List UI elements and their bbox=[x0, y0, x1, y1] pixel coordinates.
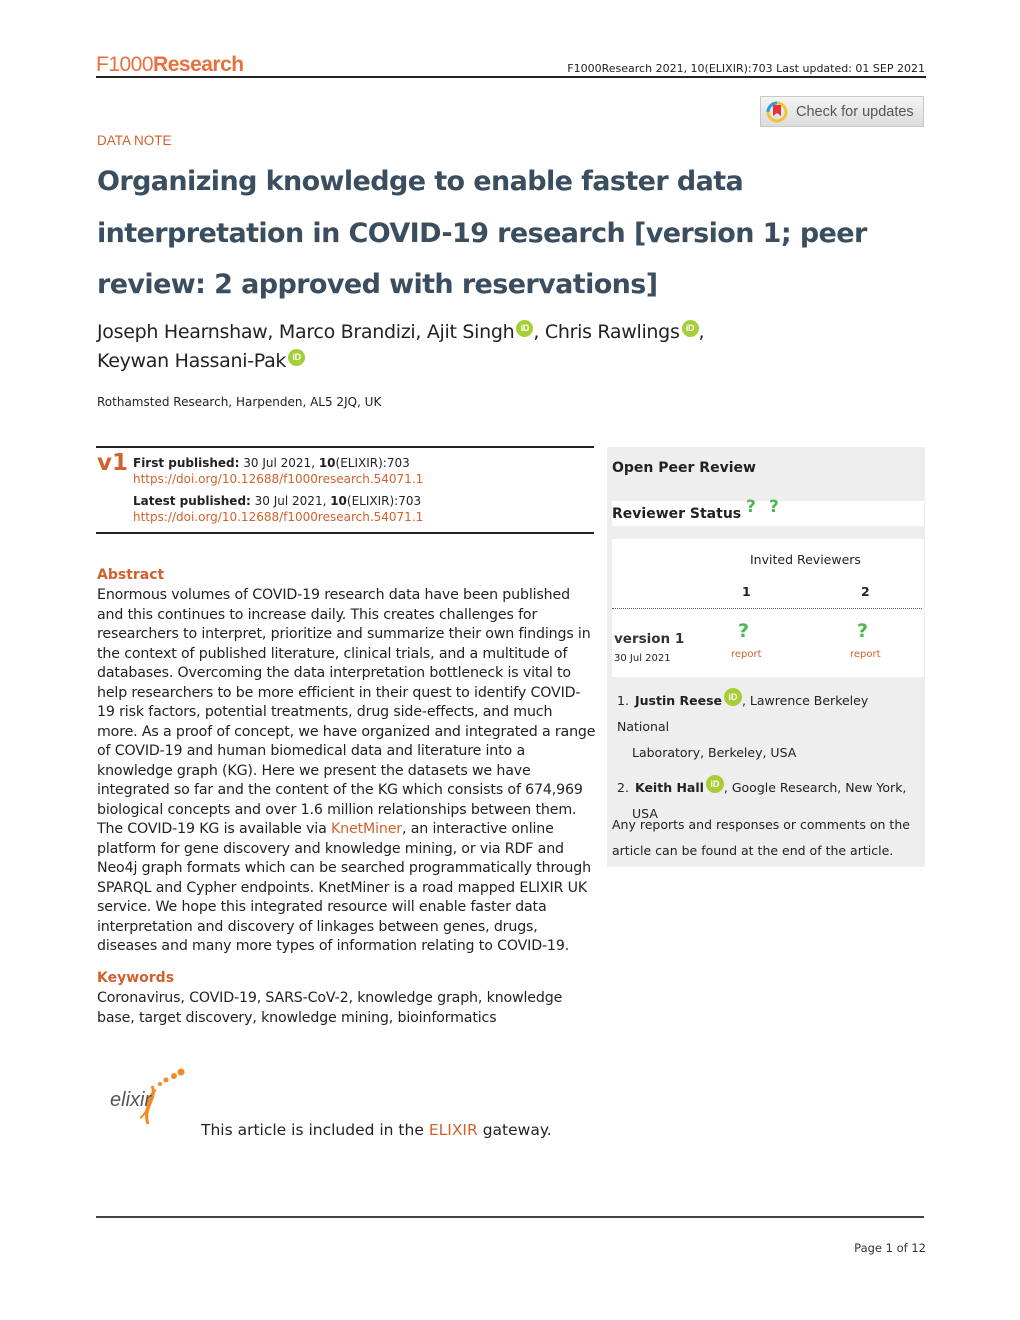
elixir-gateway-link[interactable]: ELIXIR bbox=[429, 1121, 478, 1139]
reviewer-status-label: Reviewer Status bbox=[612, 506, 742, 522]
author-name[interactable]: Marco Brandizi bbox=[279, 321, 416, 343]
reviewer-affiliation-cont: Laboratory, Berkeley, USA bbox=[632, 745, 797, 761]
reviewer-column-1: 1 bbox=[742, 584, 751, 599]
logo-suffix: Research bbox=[153, 53, 244, 76]
status-question-icon: ? bbox=[746, 497, 756, 517]
author-list: Joseph Hearnshaw, Marco Brandizi, Ajit S… bbox=[97, 318, 857, 376]
author-name[interactable]: Chris Rawlings bbox=[545, 321, 680, 343]
author-separator: , bbox=[267, 321, 279, 343]
author-separator: , bbox=[698, 321, 705, 343]
latest-published: Latest published: 30 Jul 2021, 10(ELIXIR… bbox=[133, 493, 423, 509]
reviewer-item: 2. Keith Hall iD, Google Research, New Yo… bbox=[617, 775, 922, 801]
reviewer-list: 1. Justin Reese iD, Lawrence Berkeley Nat… bbox=[617, 688, 922, 827]
invited-reviewers-label: Invited Reviewers bbox=[750, 552, 861, 567]
page-number: Page 1 of 12 bbox=[854, 1241, 926, 1255]
peer-review-note: Any reports and responses or comments on… bbox=[612, 817, 910, 858]
first-published-label: First published: bbox=[133, 456, 240, 470]
abstract-text-part2: , an interactive online platform for gen… bbox=[97, 821, 591, 954]
gateway-text-before: This article is included in the bbox=[201, 1121, 429, 1139]
author-separator: , bbox=[415, 321, 427, 343]
open-peer-review-title: Open Peer Review bbox=[612, 460, 756, 476]
crossmark-icon bbox=[766, 101, 788, 123]
orcid-icon[interactable]: iD bbox=[705, 775, 724, 794]
publication-divider-bottom bbox=[96, 532, 594, 534]
latest-published-issue: (ELIXIR):703 bbox=[346, 494, 422, 508]
author-name[interactable]: Keywan Hassani-Pak bbox=[97, 350, 286, 372]
reviewer-affiliation: , Google Research, New York, bbox=[723, 780, 907, 796]
orcid-icon[interactable]: iD bbox=[516, 319, 534, 337]
header-divider bbox=[96, 76, 926, 78]
orcid-icon[interactable]: iD bbox=[681, 319, 699, 337]
author-name[interactable]: Joseph Hearnshaw bbox=[97, 321, 268, 343]
reviewer-item: 1. Justin Reese iD, Lawrence Berkeley Nat… bbox=[617, 688, 922, 740]
keywords-heading: Keywords bbox=[97, 970, 175, 986]
check-for-updates-label: Check for updates bbox=[796, 103, 914, 120]
publication-info: First published: 30 Jul 2021, 10(ELIXIR)… bbox=[133, 455, 423, 525]
abstract-text-part1: Enormous volumes of COVID-19 research da… bbox=[97, 587, 596, 837]
reviewer-1-report-link[interactable]: report bbox=[731, 649, 762, 660]
reviewer-number: 2. bbox=[617, 780, 629, 796]
reviewer-2-report-link[interactable]: report bbox=[850, 649, 881, 660]
reviewer-number: 1. bbox=[617, 693, 629, 709]
article-type: DATA NOTE bbox=[97, 133, 172, 148]
keywords-text: Coronavirus, COVID-19, SARS-CoV-2, knowl… bbox=[97, 990, 563, 1026]
orcid-icon[interactable]: iD bbox=[723, 688, 742, 706]
check-for-updates-button[interactable]: Check for updates bbox=[760, 96, 924, 127]
elixir-logo-text: elixir bbox=[110, 1089, 152, 1111]
grid-divider bbox=[612, 608, 922, 609]
gateway-note: This article is included in the ELIXIR g… bbox=[201, 1121, 552, 1139]
elixir-logo[interactable]: elixir bbox=[108, 1068, 188, 1126]
first-published-volume: 10 bbox=[318, 456, 336, 470]
gateway-text-after: gateway. bbox=[477, 1121, 552, 1139]
version-badge: v1 bbox=[97, 450, 128, 476]
first-published-issue: (ELIXIR):703 bbox=[335, 456, 410, 470]
latest-doi-link[interactable]: https://doi.org/10.12688/f1000research.5… bbox=[133, 510, 423, 524]
author-separator: , bbox=[533, 321, 545, 343]
reviewer-1-status-icon: ? bbox=[738, 620, 750, 642]
affiliation: Rothamsted Research, Harpenden, AL5 2JQ,… bbox=[97, 395, 382, 409]
orcid-icon[interactable]: iD bbox=[288, 348, 306, 366]
abstract-heading: Abstract bbox=[97, 567, 165, 583]
reviewer-name: Keith Hall bbox=[634, 780, 704, 796]
author-name[interactable]: Ajit Singh bbox=[427, 321, 515, 343]
knetminer-link[interactable]: KnetMiner bbox=[331, 821, 402, 837]
reviewer-name: Justin Reese bbox=[634, 693, 722, 709]
publication-divider-top bbox=[96, 446, 594, 448]
citation-line: F1000Research 2021, 10(ELIXIR):703 Last … bbox=[567, 62, 925, 75]
footer-divider bbox=[96, 1216, 924, 1218]
version-row-date: 30 Jul 2021 bbox=[614, 653, 671, 664]
abstract-text: Enormous volumes of COVID-19 research da… bbox=[97, 586, 597, 957]
status-question-icon: ? bbox=[769, 497, 779, 517]
f1000research-logo[interactable]: F1000Research bbox=[96, 53, 244, 77]
latest-published-label: Latest published: bbox=[133, 494, 251, 508]
first-published-date: 30 Jul 2021, bbox=[239, 456, 319, 470]
version-row-label: version 1 bbox=[614, 631, 685, 647]
first-doi-link[interactable]: https://doi.org/10.12688/f1000research.5… bbox=[133, 472, 423, 486]
reviewer-2-status-icon: ? bbox=[857, 620, 869, 642]
logo-prefix: F1000 bbox=[96, 53, 154, 76]
reviewer-column-2: 2 bbox=[861, 584, 870, 599]
article-title: Organizing knowledge to enable faster da… bbox=[97, 156, 932, 311]
first-published: First published: 30 Jul 2021, 10(ELIXIR)… bbox=[133, 455, 423, 471]
latest-published-volume: 10 bbox=[330, 494, 347, 508]
latest-published-date: 30 Jul 2021, bbox=[250, 494, 331, 508]
